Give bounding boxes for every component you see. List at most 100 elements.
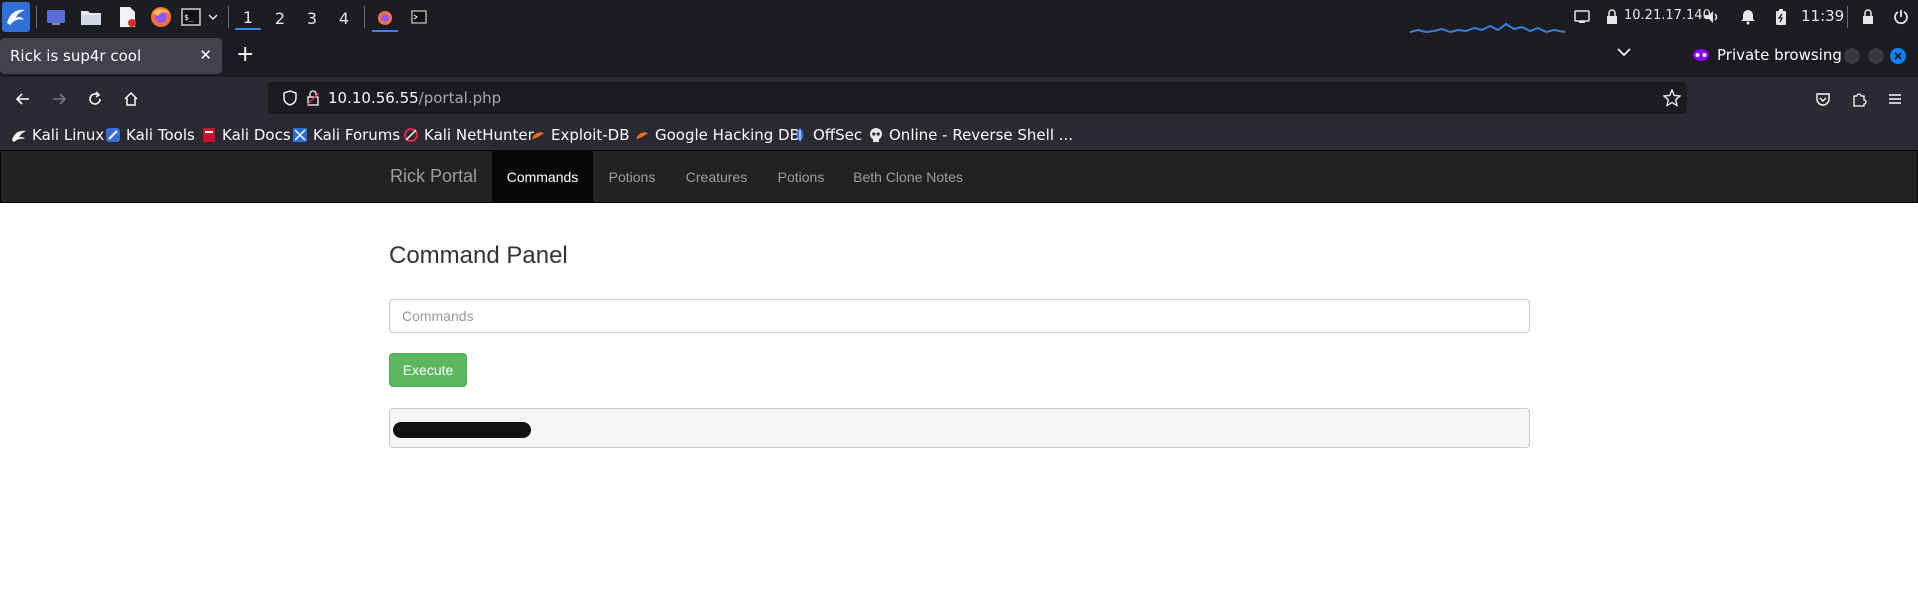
taskbar-separator	[36, 6, 37, 28]
ip-address: 10.21.17.140	[1624, 8, 1711, 23]
clock: 11:39	[1801, 7, 1845, 25]
chevron-down-icon[interactable]	[206, 5, 220, 29]
bookmark-kali-linux[interactable]: Kali Linux	[11, 126, 104, 144]
bookmark-label: Kali Linux	[32, 126, 105, 144]
back-button[interactable]	[11, 87, 35, 111]
home-icon	[124, 91, 138, 106]
workspace-2[interactable]: 2	[267, 6, 293, 30]
display-icon[interactable]	[1572, 5, 1592, 29]
desktop-icon[interactable]	[45, 5, 67, 29]
file-manager-icon[interactable]	[80, 5, 102, 29]
browser-tab-strip: Rick is sup4r cool ✕ + Private browsing	[0, 34, 1918, 77]
window-close-button[interactable]	[1890, 48, 1906, 64]
taskbar-separator	[228, 6, 229, 28]
nav-potions[interactable]: Potions	[593, 151, 671, 202]
bookmark-exploit-db[interactable]: Exploit-DB	[530, 126, 630, 144]
page-title: Command Panel	[389, 242, 568, 269]
new-tab-button[interactable]: +	[236, 44, 254, 66]
maximize-button[interactable]	[1868, 48, 1884, 64]
command-output	[389, 408, 1530, 448]
bookmark-kali-nethunter[interactable]: Kali NetHunter	[403, 126, 534, 144]
bookmark-label: OffSec	[813, 126, 863, 144]
bookmarks-toolbar: Kali Linux Kali Tools Kali Docs Kali For…	[0, 122, 1918, 150]
arrow-right-icon	[53, 93, 67, 105]
extensions-button[interactable]	[1847, 87, 1871, 111]
private-browsing-indicator: Private browsing	[1692, 46, 1842, 64]
commands-input[interactable]	[389, 299, 1530, 333]
bookmark-label: Kali Tools	[126, 126, 195, 144]
url-host: 10.10.56.55	[328, 89, 419, 107]
browser-tab[interactable]: Rick is sup4r cool ✕	[0, 38, 222, 74]
bookmark-label: Kali Forums	[313, 126, 401, 144]
star-icon[interactable]	[1663, 89, 1681, 107]
close-icon	[1894, 52, 1902, 60]
svg-text:$_: $_	[184, 13, 194, 22]
puzzle-icon	[1853, 93, 1867, 107]
nav-commands[interactable]: Commands	[492, 151, 593, 202]
arrow-left-icon	[15, 93, 29, 105]
tab-title: Rick is sup4r cool	[10, 47, 142, 65]
bookmark-offsec[interactable]: OffSec	[792, 126, 862, 144]
bookmark-label: Exploit-DB	[551, 126, 630, 144]
close-icon[interactable]: ✕	[199, 46, 212, 64]
terminal-window-icon[interactable]	[408, 5, 430, 29]
bookmark-label: Kali NetHunter	[424, 126, 534, 144]
forward-button[interactable]	[47, 87, 71, 111]
hamburger-menu-icon	[1889, 94, 1901, 104]
pocket-button[interactable]	[1811, 87, 1835, 111]
notifications-icon[interactable]	[1738, 5, 1758, 29]
workspace-1[interactable]: 1	[235, 6, 261, 30]
reload-icon	[89, 91, 101, 105]
firefox-window-icon[interactable]	[372, 5, 398, 32]
nav-potions-2[interactable]: Potions	[762, 151, 840, 202]
taskbar-separator	[1847, 6, 1848, 28]
url-bar[interactable]: 10.10.56.55/portal.php	[268, 82, 1687, 114]
lock-icon[interactable]	[1859, 5, 1877, 29]
exploit-db-icon	[532, 132, 544, 139]
bookmark-reverse-shell[interactable]: Online - Reverse Shell ...	[868, 126, 1073, 144]
bookmark-kali-forums[interactable]: Kali Forums	[292, 126, 400, 144]
reload-button[interactable]	[83, 87, 107, 111]
terminal-icon[interactable]: $_	[180, 5, 202, 29]
bookmark-google-hacking-db[interactable]: Google Hacking DB	[634, 126, 800, 144]
bookmark-label: Kali Docs	[222, 126, 291, 144]
bookmark-kali-docs[interactable]: Kali Docs	[201, 126, 291, 144]
minimize-button[interactable]	[1844, 48, 1860, 64]
workspace-3[interactable]: 3	[299, 6, 325, 30]
app-menu-button[interactable]	[1883, 87, 1907, 111]
vpn-icon[interactable]	[1603, 5, 1621, 29]
home-button[interactable]	[119, 87, 143, 111]
page-viewport: Rick Portal Commands Potions Creatures P…	[0, 150, 1918, 600]
shield-icon[interactable]	[282, 90, 298, 106]
firefox-icon[interactable]	[150, 5, 172, 29]
power-icon[interactable]	[1891, 5, 1911, 29]
kali-forums-icon	[293, 128, 307, 142]
nav-beth-clone-notes[interactable]: Beth Clone Notes	[840, 151, 976, 202]
url-text[interactable]: 10.10.56.55/portal.php	[328, 89, 501, 107]
bookmark-kali-tools[interactable]: Kali Tools	[105, 126, 195, 144]
redacted-output	[393, 422, 531, 438]
kali-docs-icon	[203, 128, 215, 142]
battery-icon	[1772, 5, 1790, 29]
execute-button[interactable]: Execute	[389, 353, 467, 387]
private-browsing-label: Private browsing	[1717, 46, 1842, 64]
offsec-icon	[796, 128, 804, 142]
insecure-lock-icon[interactable]	[306, 90, 320, 106]
text-editor-icon[interactable]	[116, 5, 138, 29]
os-taskbar: $_ 1 2 3 4 10.21.17.140 11:39	[0, 0, 1918, 34]
bookmark-label: Online - Reverse Shell ...	[889, 126, 1074, 144]
workspace-4[interactable]: 4	[331, 6, 357, 30]
nethunter-icon	[404, 128, 418, 142]
kali-menu-icon[interactable]	[2, 2, 30, 32]
pocket-icon	[1816, 93, 1830, 106]
site-brand[interactable]: Rick Portal	[390, 166, 477, 187]
browser-nav-toolbar: 10.10.56.55/portal.php	[0, 77, 1918, 122]
skull-icon	[870, 128, 882, 142]
site-navbar: Rick Portal Commands Potions Creatures P…	[0, 150, 1918, 203]
network-monitor-icon	[1410, 18, 1565, 34]
volume-icon[interactable]	[1702, 5, 1722, 29]
nav-creatures[interactable]: Creatures	[671, 151, 762, 202]
list-all-tabs-button[interactable]	[1616, 44, 1636, 64]
bookmark-label: Google Hacking DB	[655, 126, 800, 144]
taskbar-separator	[364, 6, 365, 28]
